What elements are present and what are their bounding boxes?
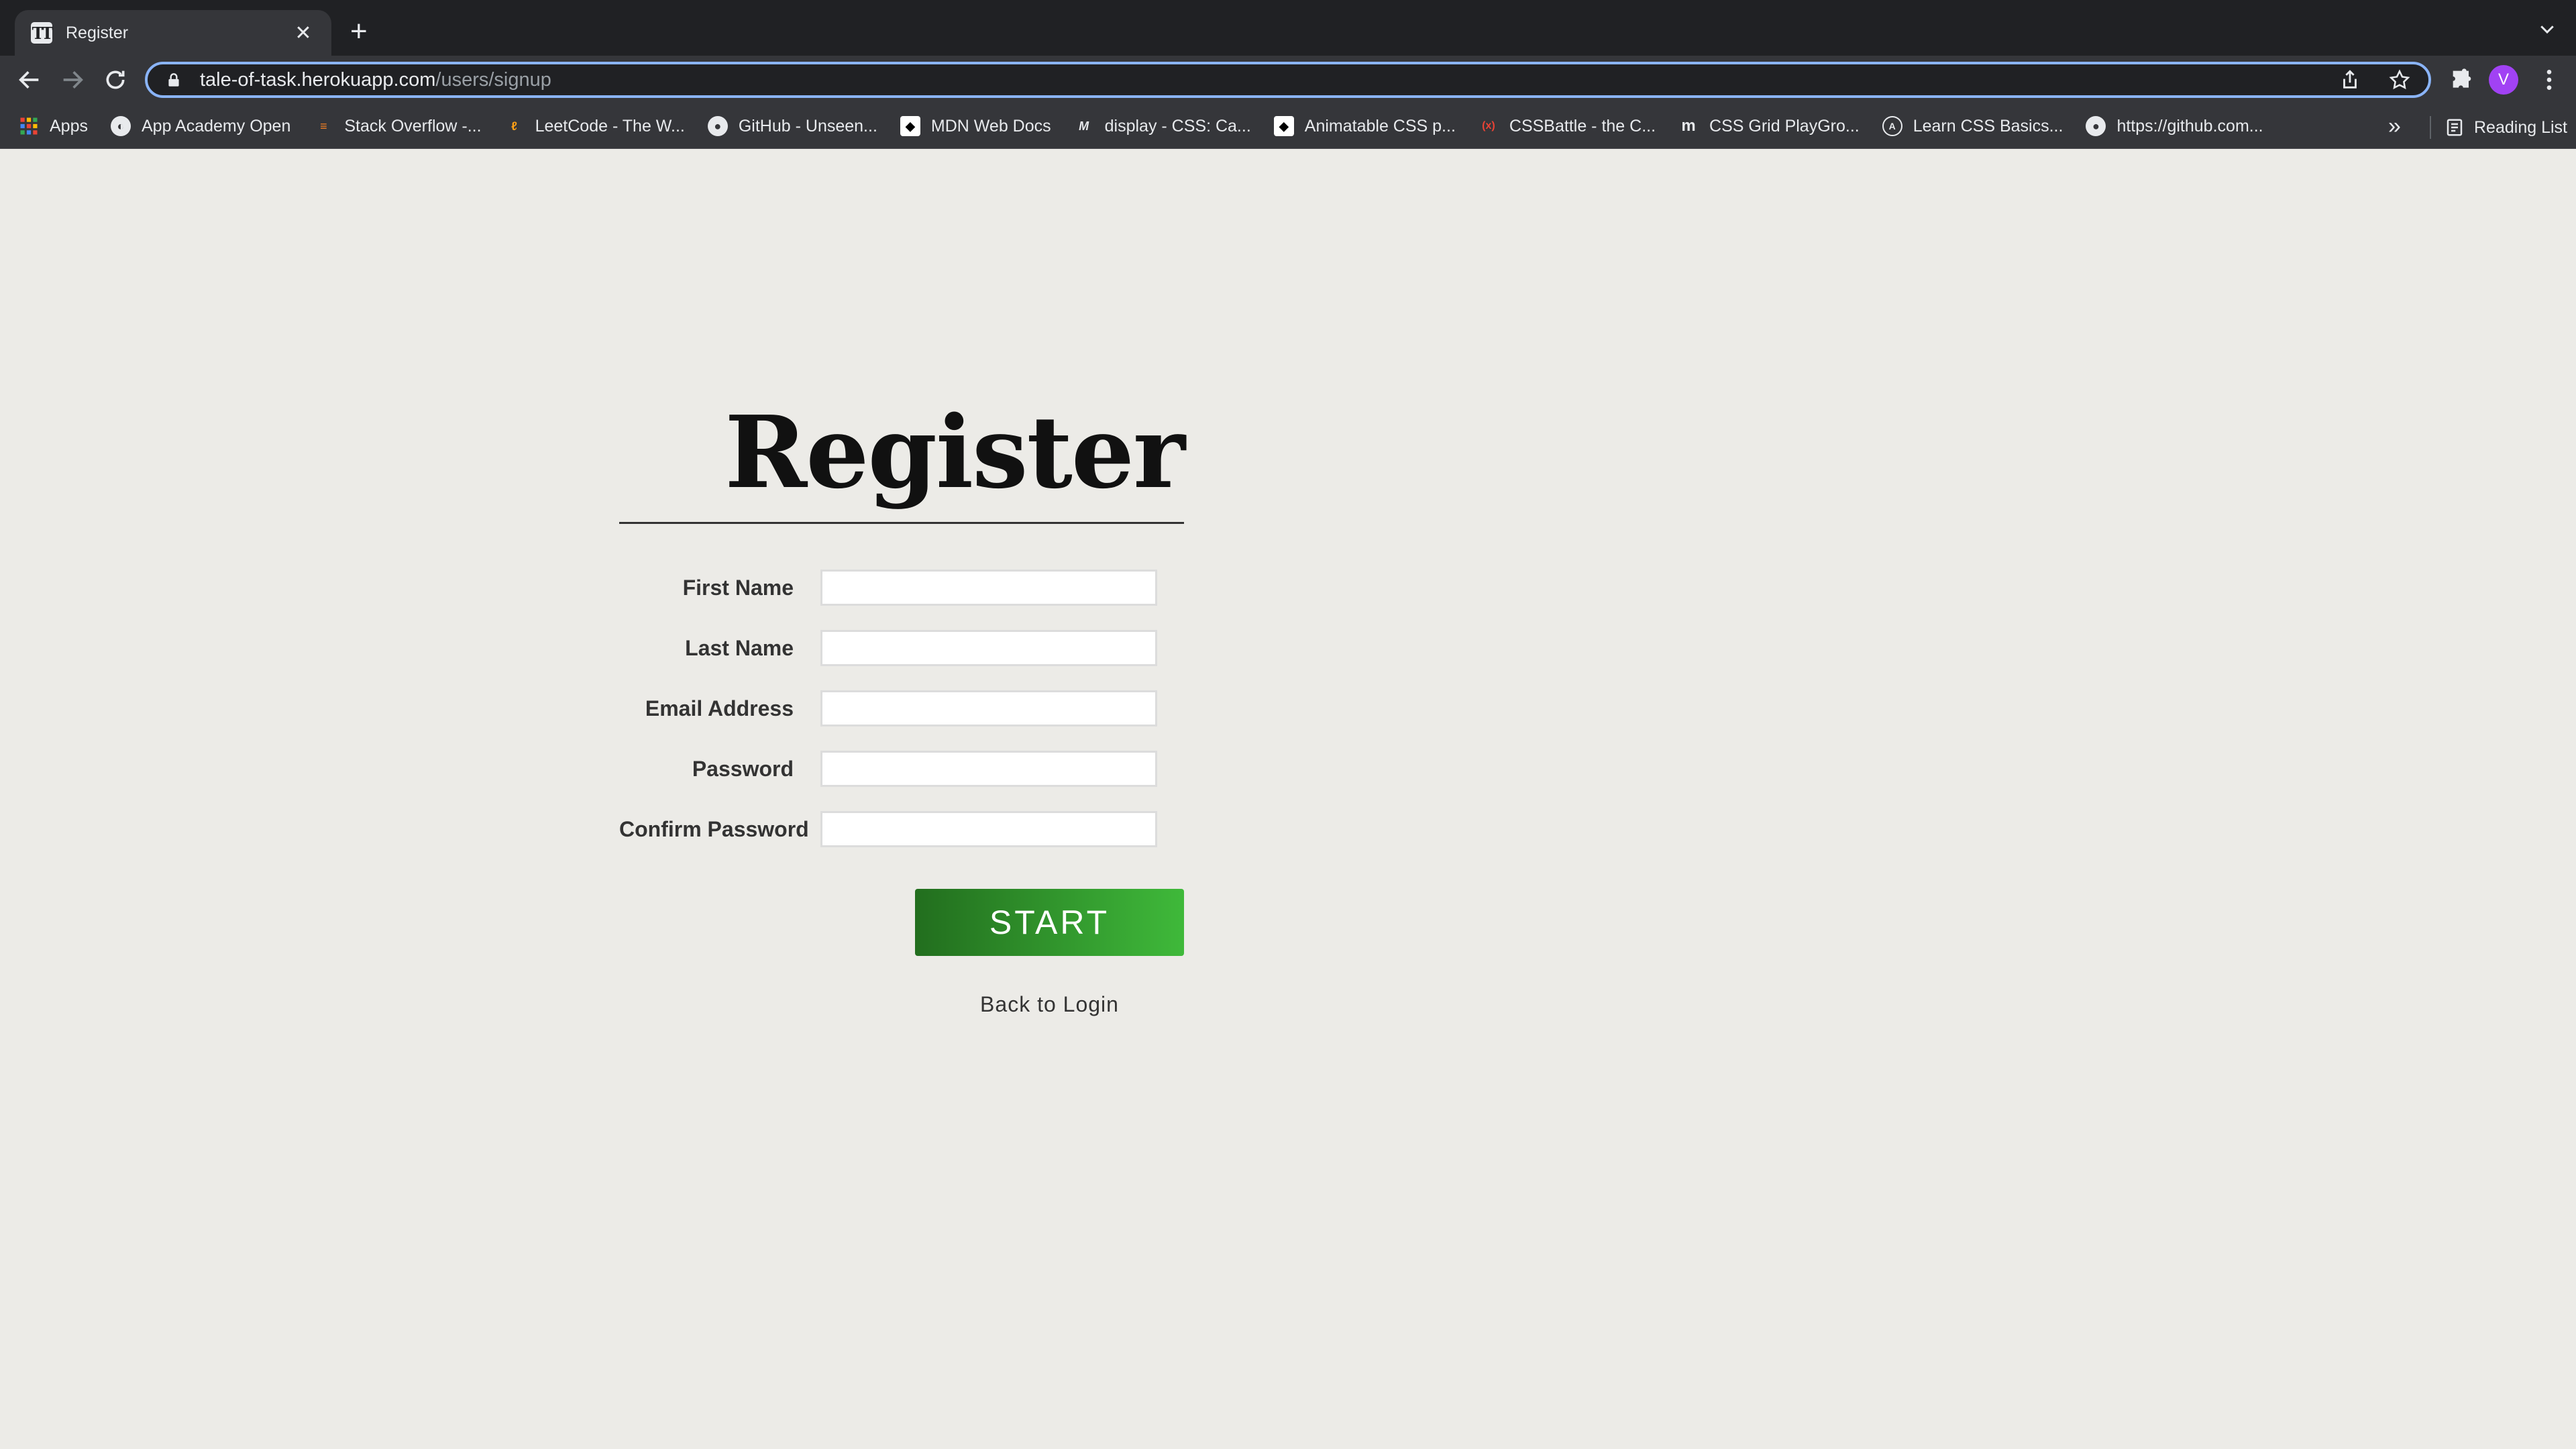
back-to-login-link[interactable]: Back to Login	[915, 992, 1184, 1017]
github-icon: ●	[707, 116, 728, 136]
mdn-icon: ◆	[900, 116, 920, 136]
email-input[interactable]	[820, 690, 1157, 727]
mdn-icon: ◆	[1273, 116, 1294, 136]
title-divider	[619, 522, 1184, 524]
bookmark-label: App Academy Open	[141, 116, 291, 136]
browser-tab[interactable]: TT Register ✕	[15, 10, 331, 56]
first-name-label: First Name	[682, 575, 794, 600]
more-bookmarks-button[interactable]: »	[2388, 113, 2401, 140]
bookmark-learn-css[interactable]: A Learn CSS Basics...	[1882, 116, 2063, 136]
page-title: Register	[724, 394, 1185, 511]
confirm-password-row: Confirm Password	[619, 811, 1184, 847]
app-academy-icon: ◐	[110, 116, 131, 136]
bookmark-label: https://github.com...	[2116, 116, 2263, 136]
bookmark-label: display - CSS: Ca...	[1104, 116, 1251, 136]
github-icon: ●	[2086, 116, 2106, 136]
new-tab-button[interactable]: +	[350, 15, 368, 48]
leetcode-icon: ℓ	[511, 119, 517, 133]
reading-list-label: Reading List	[2474, 117, 2567, 137]
register-form: Register First Name Last Name Email Addr…	[619, 394, 1185, 1017]
bookmark-mdn[interactable]: ◆ MDN Web Docs	[900, 116, 1051, 136]
reading-list-icon	[2447, 119, 2463, 136]
profile-avatar[interactable]: V	[2489, 65, 2518, 95]
first-name-input[interactable]	[820, 570, 1157, 606]
bookmarks-bar: Apps ◐ App Academy Open ≡ Stack Overflow…	[0, 104, 2576, 149]
more-menu-icon[interactable]	[2536, 66, 2563, 93]
start-button[interactable]: START	[915, 889, 1184, 956]
chevron-down-icon[interactable]	[2537, 19, 2557, 39]
password-label: Password	[692, 756, 794, 781]
bookmark-animatable-css[interactable]: ◆ Animatable CSS p...	[1273, 116, 1456, 136]
bookmark-leetcode[interactable]: ℓ LeetCode - The W...	[504, 116, 685, 136]
url-host: tale-of-task.herokuapp.com	[200, 68, 436, 91]
bookmark-label: Stack Overflow -...	[344, 116, 482, 136]
bookmark-cssbattle[interactable]: (x) CSSBattle - the C...	[1479, 116, 1656, 136]
bookmark-label: MDN Web Docs	[930, 116, 1051, 136]
last-name-row: Last Name	[619, 630, 1184, 666]
bookmark-label: CSS Grid PlayGro...	[1709, 116, 1860, 136]
stack-overflow-icon: ≡	[320, 119, 327, 133]
browser-toolbar: tale-of-task.herokuapp.com/users/signup …	[0, 56, 2576, 104]
extensions-puzzle-icon[interactable]	[2449, 66, 2475, 93]
bookmark-label: CSSBattle - the C...	[1509, 116, 1656, 136]
confirm-password-input[interactable]	[820, 811, 1157, 847]
bookmark-label: LeetCode - The W...	[535, 116, 685, 136]
address-bar[interactable]: tale-of-task.herokuapp.com/users/signup	[145, 62, 2431, 98]
bookmark-app-academy[interactable]: ◐ App Academy Open	[110, 116, 291, 136]
password-row: Password	[619, 751, 1184, 787]
lock-icon[interactable]	[165, 71, 182, 89]
bookmark-star-icon[interactable]	[2388, 68, 2411, 91]
task-logo-icon: TT	[31, 22, 53, 44]
apps-grid-icon	[20, 117, 38, 135]
mdn-m-icon: M	[1079, 119, 1089, 133]
cssbattle-icon: (x)	[1482, 120, 1495, 131]
share-icon[interactable]	[2339, 68, 2361, 91]
bookmark-label: Learn CSS Basics...	[1913, 116, 2063, 136]
bookmark-label: Animatable CSS p...	[1304, 116, 1456, 136]
tab-title: Register	[66, 23, 129, 42]
email-row: Email Address	[619, 690, 1184, 727]
password-input[interactable]	[820, 751, 1157, 787]
first-name-row: First Name	[619, 570, 1184, 606]
bookmark-label: GitHub - Unseen...	[738, 116, 877, 136]
bookmark-github-link[interactable]: ● https://github.com...	[2086, 116, 2263, 136]
bookmark-github-unseen[interactable]: ● GitHub - Unseen...	[707, 116, 877, 136]
back-arrow-icon[interactable]	[16, 66, 43, 93]
bookmark-stack-overflow[interactable]: ≡ Stack Overflow -...	[313, 116, 481, 136]
last-name-label: Last Name	[685, 635, 794, 660]
url-path: /users/signup	[435, 68, 551, 91]
tab-strip: TT Register ✕ +	[0, 0, 2576, 56]
reload-icon[interactable]	[102, 66, 129, 93]
forward-arrow-icon[interactable]	[59, 66, 86, 93]
mozilla-m-icon: m	[1681, 117, 1696, 135]
bookmark-css-display[interactable]: M display - CSS: Ca...	[1074, 116, 1251, 136]
bookmark-apps[interactable]: Apps	[19, 116, 88, 136]
close-tab-icon[interactable]: ✕	[291, 21, 315, 45]
learn-css-icon: A	[1882, 116, 1902, 136]
bookmark-label: Apps	[50, 116, 88, 136]
confirm-password-label: Confirm Password	[619, 816, 809, 841]
reading-list-button[interactable]: Reading List	[2430, 116, 2567, 139]
last-name-input[interactable]	[820, 630, 1157, 666]
bookmark-css-grid-playground[interactable]: m CSS Grid PlayGro...	[1678, 116, 1860, 136]
email-label: Email Address	[645, 696, 794, 720]
